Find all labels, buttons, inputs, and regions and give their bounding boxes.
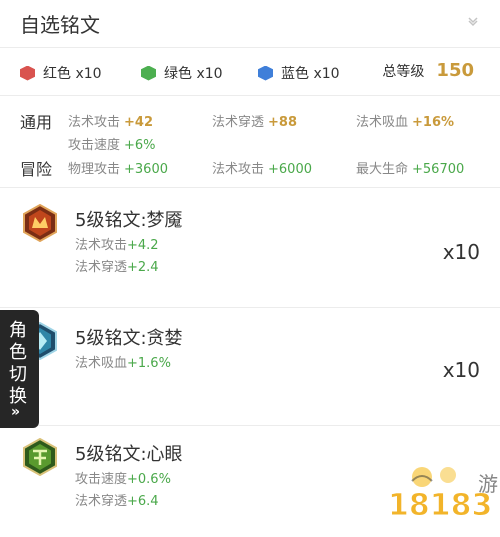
page-title: 自选铭文 bbox=[20, 13, 100, 37]
role-switch-label: 角色切换 bbox=[9, 320, 27, 407]
rune-quantity: x10 bbox=[442, 240, 480, 264]
header-bar[interactable]: 自选铭文 bbox=[0, 0, 500, 48]
color-red-count: 红色 x10 bbox=[20, 63, 102, 83]
color-green-count: 绿色 x10 bbox=[141, 63, 223, 83]
color-blue-count: 蓝色 x10 bbox=[258, 63, 340, 83]
watermark-sub: 游 bbox=[478, 472, 498, 496]
mind-eye-rune-icon bbox=[23, 438, 57, 476]
rune-item-nightmare[interactable]: 5级铭文:梦魇 法术攻击+4.2 法术穿透+2.4 x10 bbox=[0, 192, 500, 308]
rune-name: 5级铭文:心眼 bbox=[75, 444, 183, 465]
stat-general-magic-pen: 法术穿透 +88 bbox=[212, 115, 297, 130]
stats-panel: 通用 法术攻击 +42 法术穿透 +88 法术吸血 +16% 攻击速度 +6% 冒险 物… bbox=[0, 96, 500, 188]
rune-item-greed[interactable]: 5级铭文:贪婪 法术吸血+1.6% x10 bbox=[0, 310, 500, 426]
stat-general-magic-attack: 法术攻击 +42 bbox=[68, 115, 153, 130]
blue-count-label: 蓝色 x10 bbox=[281, 66, 340, 82]
stat-general-magic-lifesteal: 法术吸血 +16% bbox=[356, 115, 455, 130]
stat-adventure-max-hp: 最大生命 +56700 bbox=[356, 162, 465, 177]
rune-stat-1: 法术攻击+4.2 bbox=[75, 238, 159, 253]
total-level: 总等级 150 bbox=[382, 60, 474, 81]
rune-stat-2: 法术穿透+6.4 bbox=[75, 494, 159, 509]
rune-stat-2: 法术穿透+2.4 bbox=[75, 260, 159, 275]
green-hexagon-icon bbox=[141, 65, 156, 81]
total-level-value: 150 bbox=[436, 60, 474, 81]
role-switch-tab[interactable]: 角色切换 » bbox=[0, 310, 39, 428]
double-chevron-right-icon: » bbox=[11, 404, 21, 420]
rune-name: 5级铭文:贪婪 bbox=[75, 328, 183, 349]
red-count-label: 红色 x10 bbox=[43, 66, 102, 82]
blue-hexagon-icon bbox=[258, 65, 273, 81]
green-count-label: 绿色 x10 bbox=[164, 66, 223, 82]
stat-adventure-magic-attack: 法术攻击 +6000 bbox=[212, 162, 312, 177]
red-hexagon-icon bbox=[20, 65, 35, 81]
rune-stat-1: 法术吸血+1.6% bbox=[75, 356, 171, 371]
stat-general-attack-speed: 攻击速度 +6% bbox=[68, 138, 156, 153]
rune-quantity: x10 bbox=[442, 358, 480, 382]
site-watermark-logo: 18183 游 bbox=[388, 467, 498, 524]
watermark-text: 18183 bbox=[388, 488, 492, 523]
rune-stat-1: 攻击速度+0.6% bbox=[75, 472, 171, 487]
rune-name: 5级铭文:梦魇 bbox=[75, 210, 183, 231]
color-summary: 红色 x10 绿色 x10 蓝色 x10 总等级 150 bbox=[0, 48, 500, 96]
stat-adventure-physical-attack: 物理攻击 +3600 bbox=[68, 162, 168, 177]
stats-general-label: 通用 bbox=[20, 113, 53, 132]
stats-adventure-label: 冒险 bbox=[20, 160, 53, 179]
total-level-label: 总等级 bbox=[382, 64, 425, 80]
nightmare-rune-icon bbox=[23, 204, 57, 242]
chevron-down-icon[interactable] bbox=[466, 14, 480, 28]
